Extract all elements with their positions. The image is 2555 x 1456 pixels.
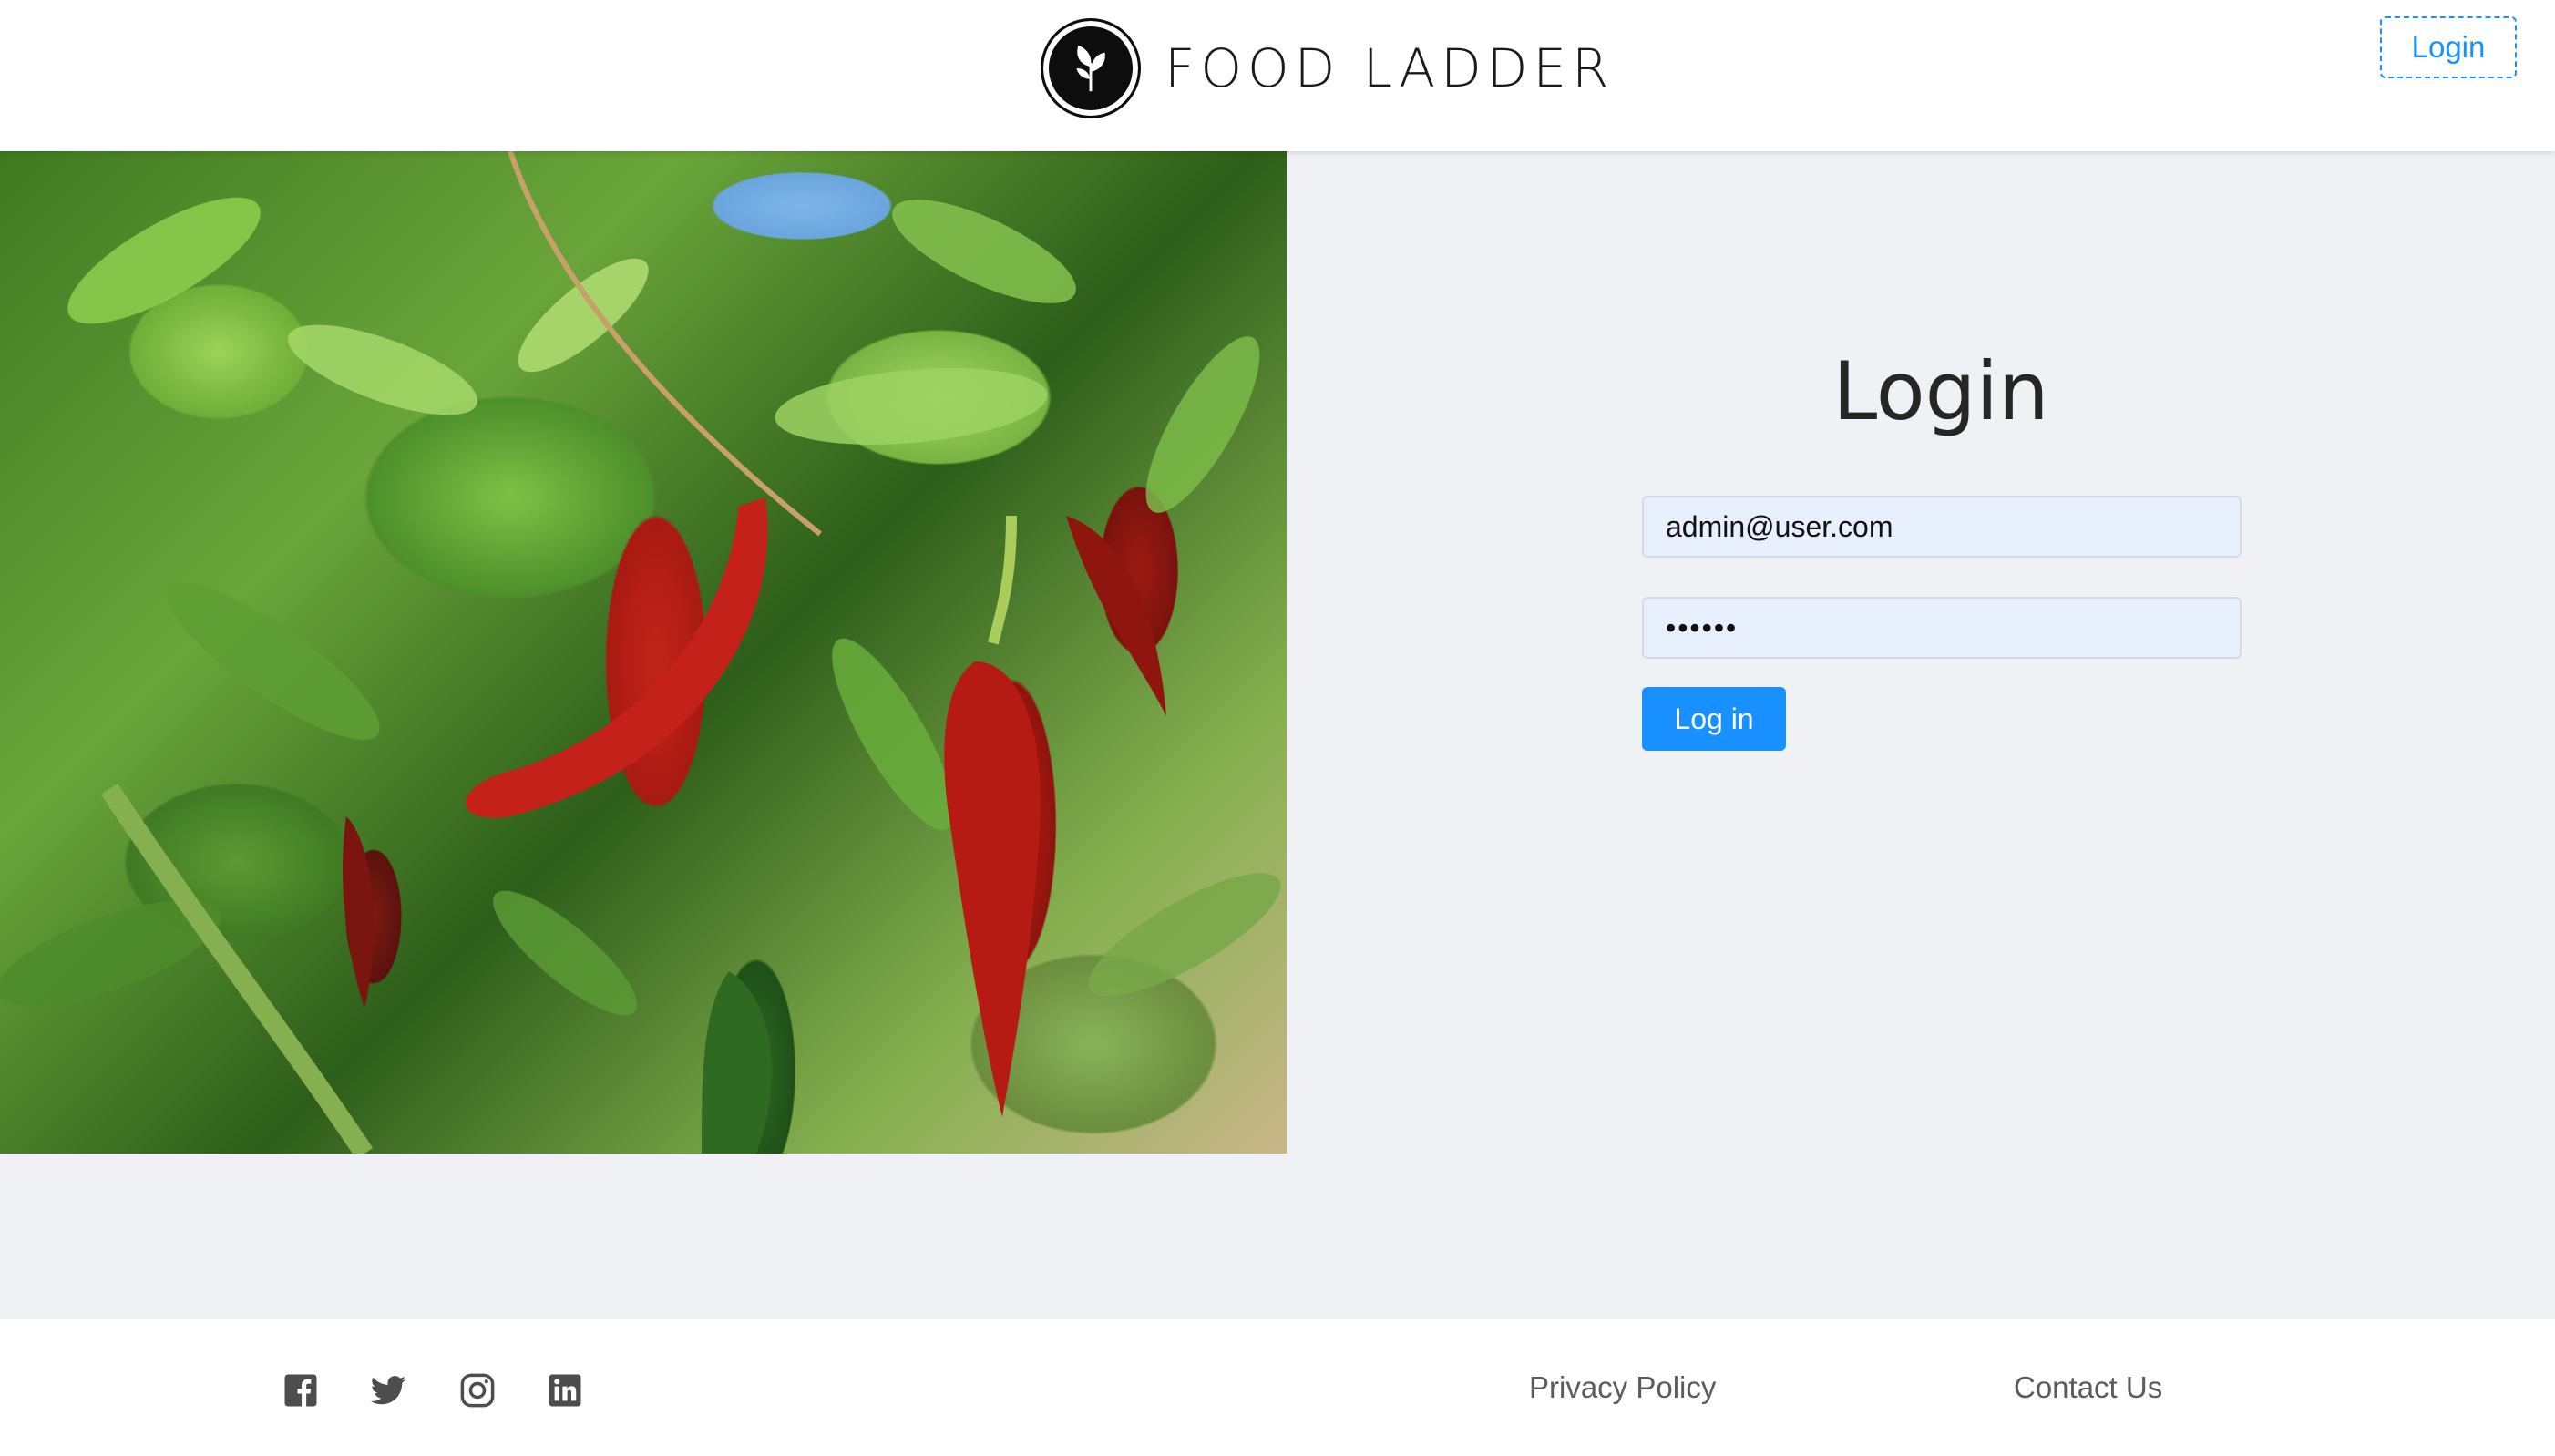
- brand[interactable]: FOOD LADDER: [1041, 18, 1615, 118]
- login-title: Login: [1832, 344, 2049, 438]
- instagram-icon[interactable]: [457, 1370, 498, 1410]
- linkedin-icon[interactable]: [545, 1370, 585, 1410]
- site-footer: Privacy Policy Contact Us: [0, 1319, 2555, 1456]
- twitter-icon[interactable]: [368, 1370, 408, 1410]
- chili-pepper-illustration: [0, 151, 1281, 1154]
- password-field[interactable]: [1642, 597, 2242, 659]
- brand-name: FOOD LADDER: [1165, 37, 1615, 99]
- contact-us-link[interactable]: Contact Us: [2014, 1370, 2162, 1405]
- site-header: FOOD LADDER Login: [0, 0, 2555, 151]
- hero-image: [0, 151, 1287, 1154]
- leaf-logo-icon: [1041, 18, 1141, 118]
- email-field[interactable]: [1642, 496, 2242, 558]
- log-in-button[interactable]: Log in: [1642, 687, 1786, 751]
- header-login-button[interactable]: Login: [2380, 16, 2517, 78]
- facebook-icon[interactable]: [281, 1370, 321, 1410]
- privacy-policy-link[interactable]: Privacy Policy: [1529, 1370, 1716, 1405]
